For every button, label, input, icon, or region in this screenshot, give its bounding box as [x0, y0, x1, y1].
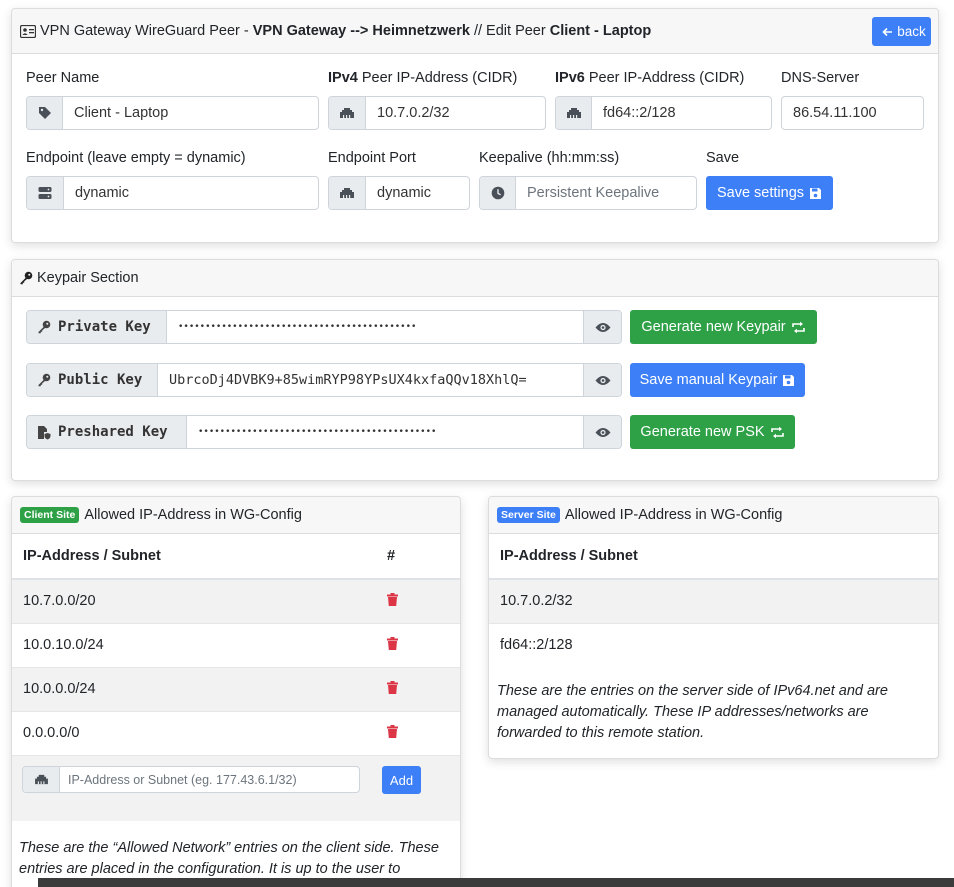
- delete-row-button[interactable]: [376, 578, 460, 623]
- preshared-key-label: Preshared Key: [27, 416, 187, 448]
- page-title: VPN Gateway WireGuard Peer - VPN Gateway…: [40, 23, 652, 39]
- eye-icon[interactable]: [583, 416, 621, 448]
- endpoint-group: dynamic: [26, 176, 319, 210]
- private-key-group: Private Key ••••••••••••••••••••••••••••…: [26, 310, 622, 344]
- keepalive-group: Persistent Keepalive: [479, 176, 697, 210]
- server-ip-table: IP-Address / Subnet 10.7.0.2/32 fd64::2/…: [489, 534, 938, 667]
- table-row: 10.7.0.2/32: [489, 578, 938, 623]
- key-icon: [38, 373, 51, 387]
- client-card-header: Client Site Allowed IP-Address in WG-Con…: [12, 497, 460, 534]
- public-key-input[interactable]: UbrcoDj4DVBK9+85wimRYP98YPsUX4kxfaQQv18X…: [158, 364, 583, 396]
- client-note: These are the “Allowed Network” entries …: [19, 840, 439, 877]
- preshared-key-group: Preshared Key ••••••••••••••••••••••••••…: [26, 415, 622, 449]
- back-button[interactable]: back: [872, 17, 931, 46]
- floppy-icon: [783, 374, 795, 386]
- save-manual-keypair-button[interactable]: Save manual Keypair: [630, 363, 805, 397]
- server-icon: [27, 177, 64, 209]
- delete-row-button[interactable]: [376, 622, 460, 667]
- network-icon: [329, 177, 366, 209]
- add-ip-input[interactable]: IP-Address or Subnet (eg. 177.43.6.1/32): [60, 767, 359, 792]
- tag-icon: [27, 97, 63, 129]
- trash-icon[interactable]: [387, 592, 398, 606]
- keypair-card-header: Keypair Section: [12, 260, 938, 297]
- trash-icon[interactable]: [387, 680, 398, 694]
- generate-keypair-button[interactable]: Generate new Keypair: [630, 310, 817, 344]
- client-ip-table: IP-Address / Subnet # 10.7.0.0/20 10.0.1…: [12, 534, 460, 755]
- id-card-icon: [20, 24, 36, 38]
- delete-row-button[interactable]: [376, 666, 460, 711]
- eye-icon[interactable]: [583, 364, 621, 396]
- arrow-left-icon: [877, 27, 893, 37]
- network-icon: [329, 97, 366, 129]
- table-row: 0.0.0.0/0: [12, 710, 460, 755]
- server-site-card: Server Site Allowed IP-Address in WG-Con…: [488, 496, 939, 759]
- private-key-label: Private Key: [27, 311, 167, 343]
- trash-icon[interactable]: [387, 724, 398, 738]
- endpoint-port-input[interactable]: dynamic: [366, 177, 469, 209]
- generate-psk-button[interactable]: Generate new PSK: [630, 415, 795, 449]
- floppy-icon: [810, 187, 822, 199]
- server-note: These are the entries on the server side…: [497, 683, 888, 741]
- table-row: 10.0.0.0/24: [12, 666, 460, 711]
- sync-icon: [770, 426, 784, 438]
- dns-input[interactable]: 86.54.11.100: [781, 96, 924, 130]
- server-card-header: Server Site Allowed IP-Address in WG-Con…: [489, 497, 938, 534]
- endpoint-port-label: Endpoint Port: [328, 150, 416, 166]
- ipv4-label: IPv4 Peer IP-Address (CIDR): [328, 70, 518, 86]
- preshared-key-input[interactable]: ••••••••••••••••••••••••••••••••••••••••…: [187, 416, 583, 448]
- ipv6-group: fd64::2/128: [555, 96, 772, 130]
- ipv4-input[interactable]: 10.7.0.2/32: [366, 97, 545, 129]
- file-shield-icon: [38, 425, 51, 439]
- table-row: fd64::2/128: [489, 622, 938, 667]
- col-ip-header: IP-Address / Subnet: [12, 534, 376, 580]
- client-site-card: Client Site Allowed IP-Address in WG-Con…: [11, 496, 461, 887]
- peer-card-header: VPN Gateway WireGuard Peer - VPN Gateway…: [12, 9, 938, 54]
- key-icon: [38, 320, 51, 334]
- peer-name-input[interactable]: Client - Laptop: [63, 97, 318, 129]
- trash-icon[interactable]: [387, 636, 398, 650]
- clock-icon: [480, 177, 516, 209]
- peer-name-group: Client - Laptop: [26, 96, 319, 130]
- peer-name-label: Peer Name: [26, 70, 100, 86]
- sync-icon: [791, 321, 805, 333]
- col-action-header: #: [376, 534, 460, 580]
- add-ip-group: IP-Address or Subnet (eg. 177.43.6.1/32): [22, 766, 360, 793]
- dns-label: DNS-Server: [781, 70, 860, 86]
- ipv4-group: 10.7.0.2/32: [328, 96, 546, 130]
- ipv6-input[interactable]: fd64::2/128: [592, 97, 771, 129]
- add-ip-button[interactable]: Add: [382, 766, 421, 794]
- table-row: 10.7.0.0/20: [12, 578, 460, 623]
- key-icon: [19, 271, 33, 285]
- save-settings-button[interactable]: Save settings: [706, 176, 833, 210]
- endpoint-input[interactable]: dynamic: [64, 177, 318, 209]
- ipv6-label: IPv6 Peer IP-Address (CIDR): [555, 70, 745, 86]
- col-ip-header: IP-Address / Subnet: [489, 534, 938, 580]
- endpoint-label: Endpoint (leave empty = dynamic): [26, 150, 246, 166]
- endpoint-port-group: dynamic: [328, 176, 470, 210]
- delete-row-button[interactable]: [376, 710, 460, 755]
- save-label: Save: [706, 150, 740, 166]
- table-row: 10.0.10.0/24: [12, 622, 460, 667]
- public-key-label: Public Key: [27, 364, 158, 396]
- taskbar-strip: [38, 878, 954, 887]
- server-site-badge: Server Site: [497, 507, 560, 523]
- public-key-group: Public Key UbrcoDj4DVBK9+85wimRYP98YPsUX…: [26, 363, 622, 397]
- network-icon: [556, 97, 592, 129]
- client-site-badge: Client Site: [20, 507, 80, 523]
- private-key-input[interactable]: ••••••••••••••••••••••••••••••••••••••••…: [167, 311, 583, 343]
- keepalive-input[interactable]: Persistent Keepalive: [516, 177, 696, 209]
- network-icon: [23, 767, 60, 792]
- keepalive-label: Keepalive (hh:mm:ss): [479, 150, 620, 166]
- eye-icon[interactable]: [583, 311, 621, 343]
